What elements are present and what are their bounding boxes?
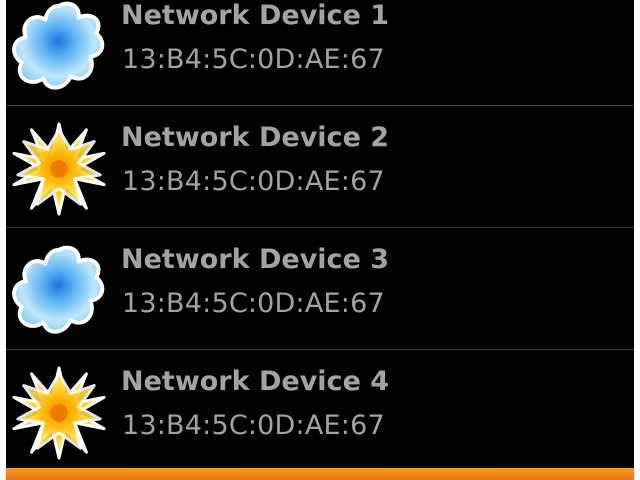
device-mac-address: 13:B4:5C:0D:AE:67 [122, 288, 385, 319]
device-name: Network Device 1 [121, 0, 390, 31]
list-item-device-4[interactable]: Network Device 4 13:B4:5C:0D:AE:67 [6, 350, 634, 472]
list-item-focus-highlight[interactable] [6, 468, 634, 480]
device-list-screen: Network Device 1 13:B4:5C:0D:AE:67 Netwo… [6, 0, 634, 480]
blue-splash-icon [10, 0, 108, 96]
yellow-flower-icon [10, 364, 108, 462]
device-name: Network Device 3 [121, 244, 390, 275]
list-item-device-2[interactable]: Network Device 2 13:B4:5C:0D:AE:67 [6, 106, 634, 228]
list-item-device-1[interactable]: Network Device 1 13:B4:5C:0D:AE:67 [6, 0, 634, 106]
list-item-device-3[interactable]: Network Device 3 13:B4:5C:0D:AE:67 [6, 228, 634, 350]
device-name: Network Device 2 [121, 122, 390, 153]
device-name: Network Device 4 [121, 366, 390, 397]
yellow-flower-icon [10, 120, 108, 218]
blue-splash-icon [10, 242, 108, 340]
device-mac-address: 13:B4:5C:0D:AE:67 [122, 166, 385, 197]
device-mac-address: 13:B4:5C:0D:AE:67 [122, 44, 385, 75]
device-mac-address: 13:B4:5C:0D:AE:67 [122, 410, 385, 441]
device-list: Network Device 1 13:B4:5C:0D:AE:67 Netwo… [6, 0, 634, 472]
